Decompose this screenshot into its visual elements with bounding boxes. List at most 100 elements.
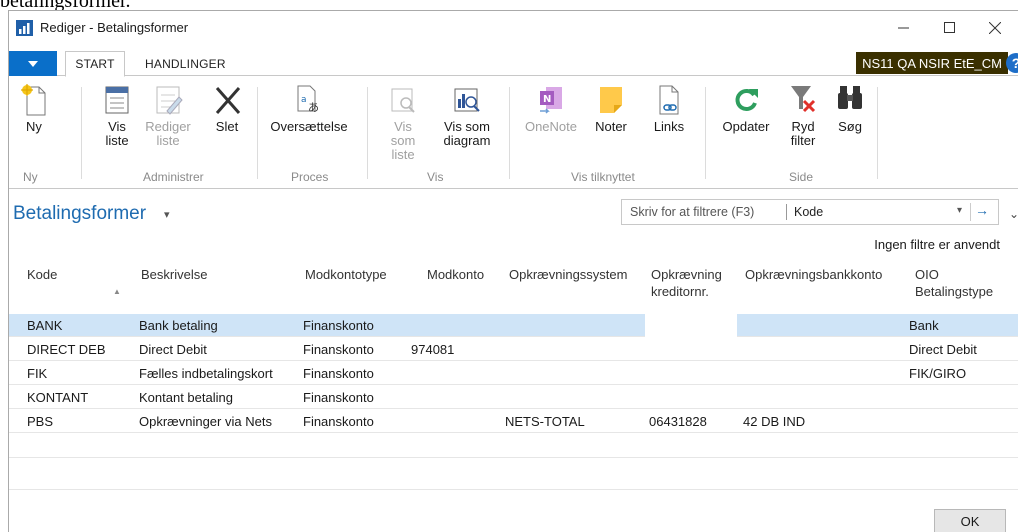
filter-divider (786, 204, 787, 220)
column-header-modkonto[interactable]: Modkonto (427, 266, 484, 283)
view-list-button[interactable]: Vis liste (97, 83, 137, 148)
window-title: Rediger - Betalingsformer (40, 20, 189, 35)
column-header-kreditornr-line2: kreditornr. (651, 284, 709, 299)
table-row[interactable]: FIK Fælles indbetalingskort Finanskonto … (9, 362, 1018, 385)
view-as-list-button[interactable]: Vis som liste (381, 83, 425, 162)
cell-kreditornr[interactable]: 06431828 (649, 414, 707, 429)
sort-ascending-icon: ▲ (113, 287, 121, 296)
view-as-chart-label-2: diagram (443, 133, 491, 148)
tab-handlinger[interactable]: HANDLINGER (135, 51, 236, 76)
group-ny-label: Ny (23, 170, 38, 184)
group-vis-tilknyttet-label: Vis tilknyttet (571, 170, 635, 184)
new-button[interactable]: Ny (19, 83, 49, 134)
close-button[interactable] (972, 11, 1018, 44)
caret-down-icon (28, 60, 38, 67)
cell-kode[interactable]: KONTANT (27, 390, 88, 405)
ribbon: Ny Ny Vis liste Rediger liste Slet Admin… (9, 77, 1018, 189)
cell-beskrivelse[interactable]: Bank betaling (139, 318, 218, 333)
column-header-bankkonto[interactable]: Opkrævningsbankkonto (745, 266, 882, 283)
clear-filter-button[interactable]: Ryd filter (785, 83, 821, 148)
cell-beskrivelse[interactable]: Opkrævninger via Nets (139, 414, 272, 429)
filter-field-select[interactable]: Kode (794, 205, 823, 219)
cell-modkontotype[interactable]: Finanskonto (303, 366, 374, 381)
expand-chevron-icon[interactable]: ⌄ (1009, 207, 1018, 221)
column-header-opkraevningssystem[interactable]: Opkrævningssystem (509, 266, 627, 283)
translation-button[interactable]: a あ Oversættelse (264, 83, 354, 134)
view-as-list-label-2: liste (391, 147, 415, 162)
table-row[interactable]: KONTANT Kontant betaling Finanskonto (9, 386, 1018, 409)
translation-label: Oversættelse (270, 119, 348, 134)
cell-kode[interactable]: PBS (27, 414, 53, 429)
view-as-chart-button[interactable]: Vis som diagram (439, 83, 495, 148)
clear-filter-label-1: Ryd (791, 119, 815, 134)
column-header-modkontotype[interactable]: Modkontotype (305, 266, 387, 283)
cell-bankkonto[interactable]: 42 DB IND (743, 414, 805, 429)
cell-modkontotype[interactable]: Finanskonto (303, 342, 374, 357)
filter-dropdown-icon[interactable]: ▾ (957, 205, 962, 216)
delete-button[interactable]: Slet (209, 83, 245, 134)
cell-oio[interactable]: Direct Debit (909, 342, 977, 357)
maximize-button[interactable] (926, 11, 972, 44)
edit-list-button[interactable]: Rediger liste (143, 83, 193, 148)
dialog-window: Rediger - Betalingsformer START HANDLING… (8, 10, 1018, 532)
cell-beskrivelse[interactable]: Direct Debit (139, 342, 207, 357)
minimize-button[interactable] (880, 11, 926, 44)
minimize-icon (897, 27, 909, 29)
tab-start[interactable]: START (65, 51, 125, 77)
file-menu-button[interactable] (9, 51, 57, 76)
filter-box[interactable]: Skriv for at filtrere (F3) Kode ▾ → (621, 199, 999, 225)
company-badge[interactable]: NS11 QA NSIR EtE_CM (856, 52, 1008, 74)
onenote-button[interactable]: N OneNote (523, 83, 579, 134)
notes-button[interactable]: Noter (591, 83, 631, 134)
cell-oio[interactable]: Bank (909, 318, 939, 333)
table-row[interactable]: DIRECT DEB Direct Debit Finanskonto 9740… (9, 338, 1018, 361)
view-as-list-icon (391, 88, 415, 113)
delete-label: Slet (215, 119, 239, 134)
cell-kode[interactable]: BANK (27, 318, 62, 333)
page-title[interactable]: Betalingsformer (13, 203, 146, 225)
search-label: Søg (838, 119, 862, 134)
group-side-label: Side (789, 170, 814, 184)
group-proces-label: Proces (291, 170, 329, 184)
links-button[interactable]: Links (649, 83, 689, 134)
column-header-kreditornr-line1: Opkrævning (651, 267, 722, 282)
clear-filter-icon (791, 86, 816, 113)
cell-modkontotype[interactable]: Finanskonto (303, 390, 374, 405)
cell-modkontotype[interactable]: Finanskonto (303, 414, 374, 429)
group-administrer-label: Administrer (143, 170, 204, 184)
ribbon-separator (257, 87, 258, 179)
column-header-kode[interactable]: Kode (27, 266, 57, 283)
filter-status-text: Ingen filtre er anvendt (874, 237, 1000, 252)
table-row[interactable]: PBS Opkrævninger via Nets Finanskonto NE… (9, 410, 1018, 433)
cell-kode[interactable]: FIK (27, 366, 47, 381)
maximize-icon (943, 22, 955, 33)
svg-text:あ: あ (308, 101, 319, 114)
column-header-oio-line2: Betalingstype (915, 284, 994, 299)
edit-list-label-2: liste (156, 133, 180, 148)
refresh-button[interactable]: Opdater (719, 83, 773, 134)
table-row[interactable]: BANK Bank betaling Finanskonto Bank (9, 314, 1018, 337)
cell-kode[interactable]: DIRECT DEB (27, 342, 106, 357)
cell-modkonto[interactable]: 974081 (411, 342, 454, 357)
page-title-dropdown-icon[interactable]: ▾ (164, 208, 170, 221)
cell-beskrivelse[interactable]: Fælles indbetalingskort (139, 366, 273, 381)
cell-beskrivelse[interactable]: Kontant betaling (139, 390, 233, 405)
column-header-kreditornr[interactable]: Opkrævning kreditornr. (651, 266, 722, 300)
cell-system[interactable]: NETS-TOTAL (505, 414, 585, 429)
cell-modkontotype[interactable]: Finanskonto (303, 318, 374, 333)
onenote-icon: N (540, 87, 562, 114)
cell-oio[interactable]: FIK/GIRO (909, 366, 966, 381)
empty-row-line (9, 489, 1018, 490)
ok-button[interactable]: OK (934, 509, 1006, 532)
ribbon-separator (81, 87, 82, 179)
filter-apply-arrow-icon[interactable]: → (975, 202, 989, 218)
search-button[interactable]: Søg (835, 83, 865, 134)
view-as-chart-icon (454, 88, 480, 112)
binoculars-icon (838, 86, 862, 109)
column-header-oio[interactable]: OIO Betalingstype (915, 266, 993, 300)
delete-x-icon (215, 87, 241, 114)
filter-input[interactable]: Skriv for at filtrere (F3) (630, 205, 754, 219)
cell-gap (645, 314, 737, 337)
column-header-beskrivelse[interactable]: Beskrivelse (141, 266, 207, 283)
notes-label: Noter (595, 119, 627, 134)
